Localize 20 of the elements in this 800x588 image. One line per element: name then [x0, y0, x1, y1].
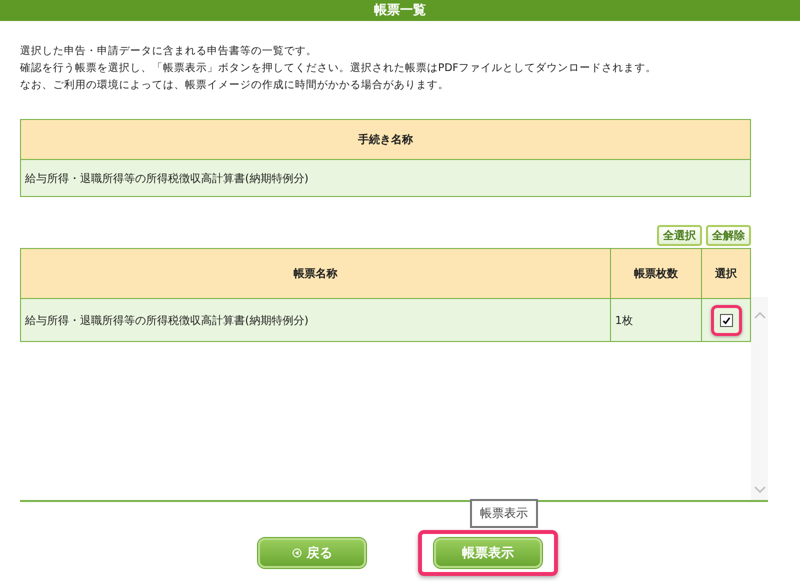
table-header: 選択: [702, 248, 750, 298]
scroll-down-icon[interactable]: [754, 486, 766, 494]
select-button[interactable]: 全選択: [657, 225, 702, 246]
page-title: 帳票一覧: [374, 3, 426, 18]
intro-text: なお、ご利用の環境によっては、帳票イメージの作成に時間がかかる場合があります。: [20, 78, 450, 93]
checkbox[interactable]: [720, 314, 732, 326]
table-header: 手続き名称: [20, 120, 750, 160]
select-button[interactable]: 全解除: [706, 225, 751, 246]
table-cell: 1枚: [610, 298, 702, 342]
table-header: 帳票枚数: [610, 248, 702, 298]
scrollbar[interactable]: [751, 297, 768, 500]
table-cell: 給与所得・退職所得等の所得税徴収高計算書(納期特例分): [20, 298, 610, 342]
back-button[interactable]: 戻る: [258, 538, 366, 568]
intro-text: 確認を行う帳票を選択し、「帳票表示」ボタンを押してください。選択された帳票はPDFファイルとしてダウンロードされます。: [20, 61, 658, 76]
table-header: 帳票名称: [20, 248, 610, 298]
tooltip: 帳票表示: [470, 499, 538, 528]
intro-text: 選択した申告・申請データに含まれる申告書等の一覧です。: [20, 44, 318, 59]
scroll-up-icon[interactable]: [754, 311, 766, 319]
table-cell: 給与所得・退職所得等の所得税徴収高計算書(納期特例分): [20, 160, 750, 196]
view-button[interactable]: 帳票表示: [434, 538, 542, 568]
